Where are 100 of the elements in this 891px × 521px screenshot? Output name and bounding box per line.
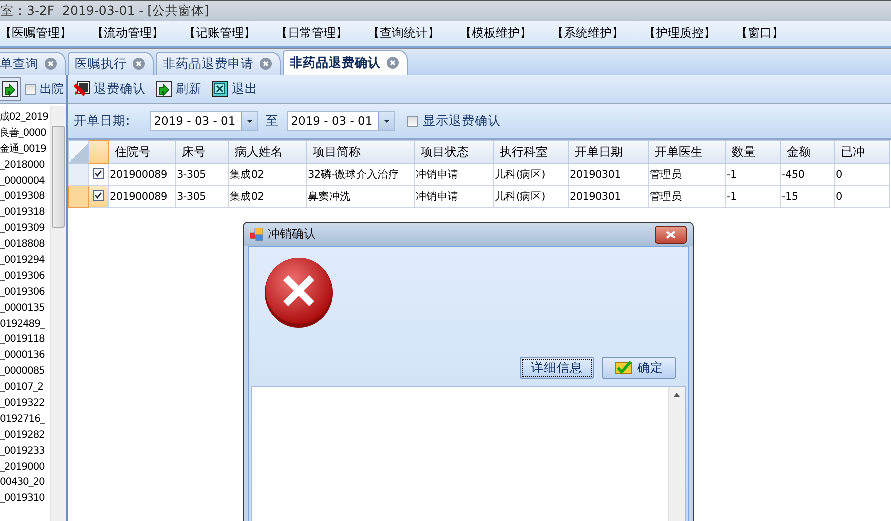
patient-list-item[interactable]: _0019282: [0, 428, 50, 444]
checkbox[interactable]: [93, 168, 104, 179]
window-title: 室：3-2F 2019-03-01 - [公共窗体]: [1, 2, 210, 20]
patient-list-item[interactable]: _0000004: [0, 174, 50, 190]
menu-item[interactable]: 【窗口】: [736, 25, 828, 42]
column-header[interactable]: 住院号: [108, 140, 176, 164]
column-header[interactable]: 开单医生: [648, 140, 726, 164]
close-icon[interactable]: [260, 58, 272, 70]
table-cell: -15: [780, 186, 834, 208]
error-icon: [264, 257, 334, 329]
patient-list-item[interactable]: _0000135: [0, 300, 50, 317]
table-cell: 管理员: [648, 186, 726, 208]
table-cell: 冲销申请: [414, 164, 494, 186]
column-header[interactable]: 已冲: [834, 140, 890, 164]
patient-list-item[interactable]: _2018000: [0, 158, 50, 174]
close-icon: [212, 81, 228, 97]
table-cell: 3-305: [176, 164, 228, 186]
column-header[interactable]: 数量: [726, 140, 780, 164]
menu-item[interactable]: 【查询统计】: [368, 25, 460, 42]
select-all-corner[interactable]: [68, 140, 88, 164]
patient-list-item[interactable]: _0019306: [0, 268, 50, 285]
checkbox[interactable]: [93, 190, 104, 201]
patient-list-item[interactable]: _0019306: [0, 284, 50, 301]
patient-list-item[interactable]: _0019309: [0, 221, 50, 238]
close-icon: [665, 230, 677, 240]
menu-item[interactable]: 【日常管理】: [276, 25, 368, 42]
date-field[interactable]: 2019 - 03 - 01: [287, 111, 396, 131]
tab[interactable]: 非药品退费申请: [156, 52, 281, 75]
table-cell: 20190301: [568, 186, 648, 208]
refresh-button[interactable]: [0, 77, 21, 101]
table-cell: 鼻窦冲洗: [306, 186, 414, 208]
refresh-icon: [156, 81, 172, 97]
dialog-button[interactable]: 确定: [602, 357, 676, 379]
table-cell: 冲销申请: [414, 186, 494, 208]
table-cell: 0: [834, 164, 890, 186]
table-cell: 0: [834, 186, 890, 208]
table-cell: 管理员: [648, 164, 726, 186]
refresh-icon: [2, 81, 18, 97]
column-header[interactable]: 病人姓名: [228, 140, 306, 164]
window-icon: [250, 228, 263, 241]
patient-list-item[interactable]: _0018808: [0, 237, 50, 254]
column-header[interactable]: 项目状态: [414, 140, 494, 164]
toolbar-button[interactable]: 退费确认: [74, 80, 146, 98]
toolbar-button[interactable]: 刷新: [156, 80, 202, 98]
menu-item[interactable]: 【护理质控】: [644, 25, 736, 42]
scrollbar[interactable]: [50, 106, 66, 521]
patient-list-item[interactable]: _0019322: [0, 396, 50, 412]
table-cell: -1: [726, 186, 780, 208]
close-icon[interactable]: [45, 58, 57, 70]
tab[interactable]: 单查询: [0, 52, 66, 75]
close-icon[interactable]: [133, 58, 145, 70]
table-cell: 集成02: [228, 164, 306, 186]
patient-list-item[interactable]: _0019318: [0, 205, 50, 222]
patient-list-item[interactable]: 良善_0000: [0, 126, 50, 142]
patient-list-item[interactable]: _0019294: [0, 253, 50, 269]
scroll-up-icon: [674, 393, 680, 397]
checkmark-icon: [614, 360, 632, 376]
patient-list-item[interactable]: 金通_0019: [0, 142, 50, 158]
column-header[interactable]: 金额: [780, 140, 834, 164]
field-label: 开单日期:: [74, 112, 130, 130]
table-cell: 3-305: [176, 186, 228, 208]
patient-list-item[interactable]: _0000085: [0, 364, 50, 380]
table-cell: 儿科(病区): [494, 164, 568, 186]
column-header[interactable]: 执行科室: [494, 140, 568, 164]
patient-list-item[interactable]: _0019310: [0, 491, 50, 508]
patient-list-item[interactable]: 0192489_: [0, 316, 50, 332]
patient-list-item[interactable]: _0019118: [0, 332, 50, 348]
caret-icon: [246, 118, 254, 124]
checkbox[interactable]: [407, 116, 418, 126]
dialog-button[interactable]: 详细信息: [520, 357, 594, 379]
menu-item[interactable]: 【模板维护】: [460, 25, 552, 42]
row-header[interactable]: [68, 186, 88, 208]
table-cell: -450: [780, 164, 834, 186]
column-header[interactable]: 项目简称: [306, 140, 414, 164]
patient-list-item[interactable]: _0000136: [0, 348, 50, 364]
menu-item[interactable]: 【医嘱管理】: [0, 25, 92, 42]
table-cell: 201900089: [108, 186, 176, 208]
column-header[interactable]: 开单日期: [568, 140, 648, 164]
date-field[interactable]: 2019 - 03 - 01: [150, 111, 258, 131]
patient-list-item[interactable]: 0192716_: [0, 412, 50, 428]
patient-list-item[interactable]: _2019000: [0, 460, 50, 476]
menu-item[interactable]: 【流动管理】: [92, 25, 184, 42]
table-cell: 201900089: [108, 164, 176, 186]
close-icon[interactable]: [387, 57, 399, 69]
close-button[interactable]: [655, 226, 687, 244]
patient-list-item[interactable]: _0019308: [0, 189, 50, 206]
patient-list-item[interactable]: _0019233: [0, 444, 50, 460]
checkbox[interactable]: [25, 84, 36, 94]
column-header[interactable]: 床号: [176, 140, 228, 164]
menu-item[interactable]: 【记账管理】: [184, 25, 276, 42]
tab[interactable]: 非药品退费确认: [283, 50, 408, 75]
caret-icon: [382, 118, 391, 124]
menu-item[interactable]: 【系统维护】: [552, 25, 644, 42]
patient-list-item[interactable]: _00107_2: [0, 380, 50, 396]
checkbox-label: 显示退费确认: [423, 112, 502, 130]
patient-list-item[interactable]: 成02_2019: [0, 110, 50, 126]
patient-list-item[interactable]: 00430_20: [0, 475, 50, 492]
toolbar-button[interactable]: 退出: [212, 80, 258, 98]
tab[interactable]: 医嘱执行: [68, 52, 154, 75]
table-cell: 20190301: [568, 164, 648, 186]
